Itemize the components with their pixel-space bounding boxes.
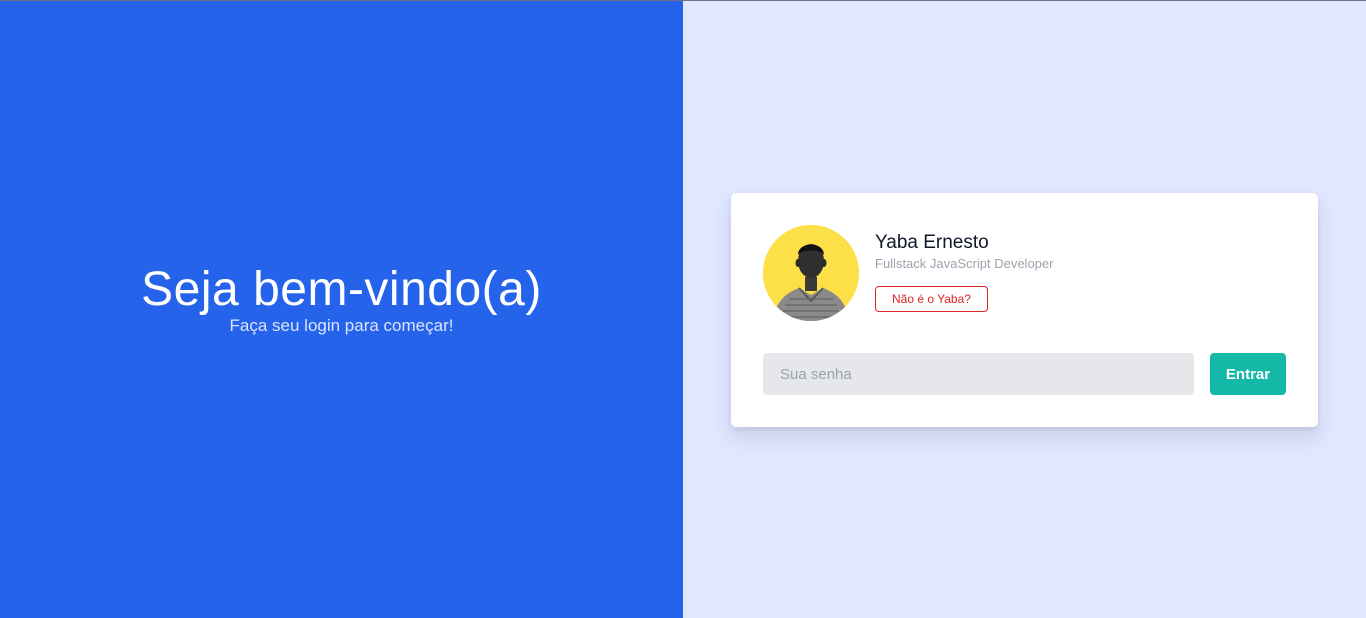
switch-user-button[interactable]: Não é o Yaba?: [875, 286, 988, 312]
welcome-title: Seja bem-vindo(a): [141, 262, 542, 316]
profile-name: Yaba Ernesto: [875, 232, 989, 253]
password-input[interactable]: [763, 353, 1194, 395]
submit-button[interactable]: Entrar: [1210, 353, 1286, 395]
profile-role: Fullstack JavaScript Developer: [875, 256, 1054, 271]
welcome-subtitle: Faça seu login para começar!: [229, 315, 454, 335]
profile-info: Yaba Ernesto Fullstack JavaScript Develo…: [875, 225, 1053, 312]
avatar: [763, 225, 859, 321]
user-profile: Yaba Ernesto Fullstack JavaScript Develo…: [763, 225, 1286, 321]
login-card: Yaba Ernesto Fullstack JavaScript Develo…: [731, 193, 1318, 427]
welcome-panel: Seja bem-vindo(a) Faça seu login para co…: [0, 1, 683, 618]
login-form: Entrar: [763, 353, 1286, 395]
user-photo-icon: [763, 225, 859, 321]
login-panel: Yaba Ernesto Fullstack JavaScript Develo…: [683, 1, 1366, 618]
